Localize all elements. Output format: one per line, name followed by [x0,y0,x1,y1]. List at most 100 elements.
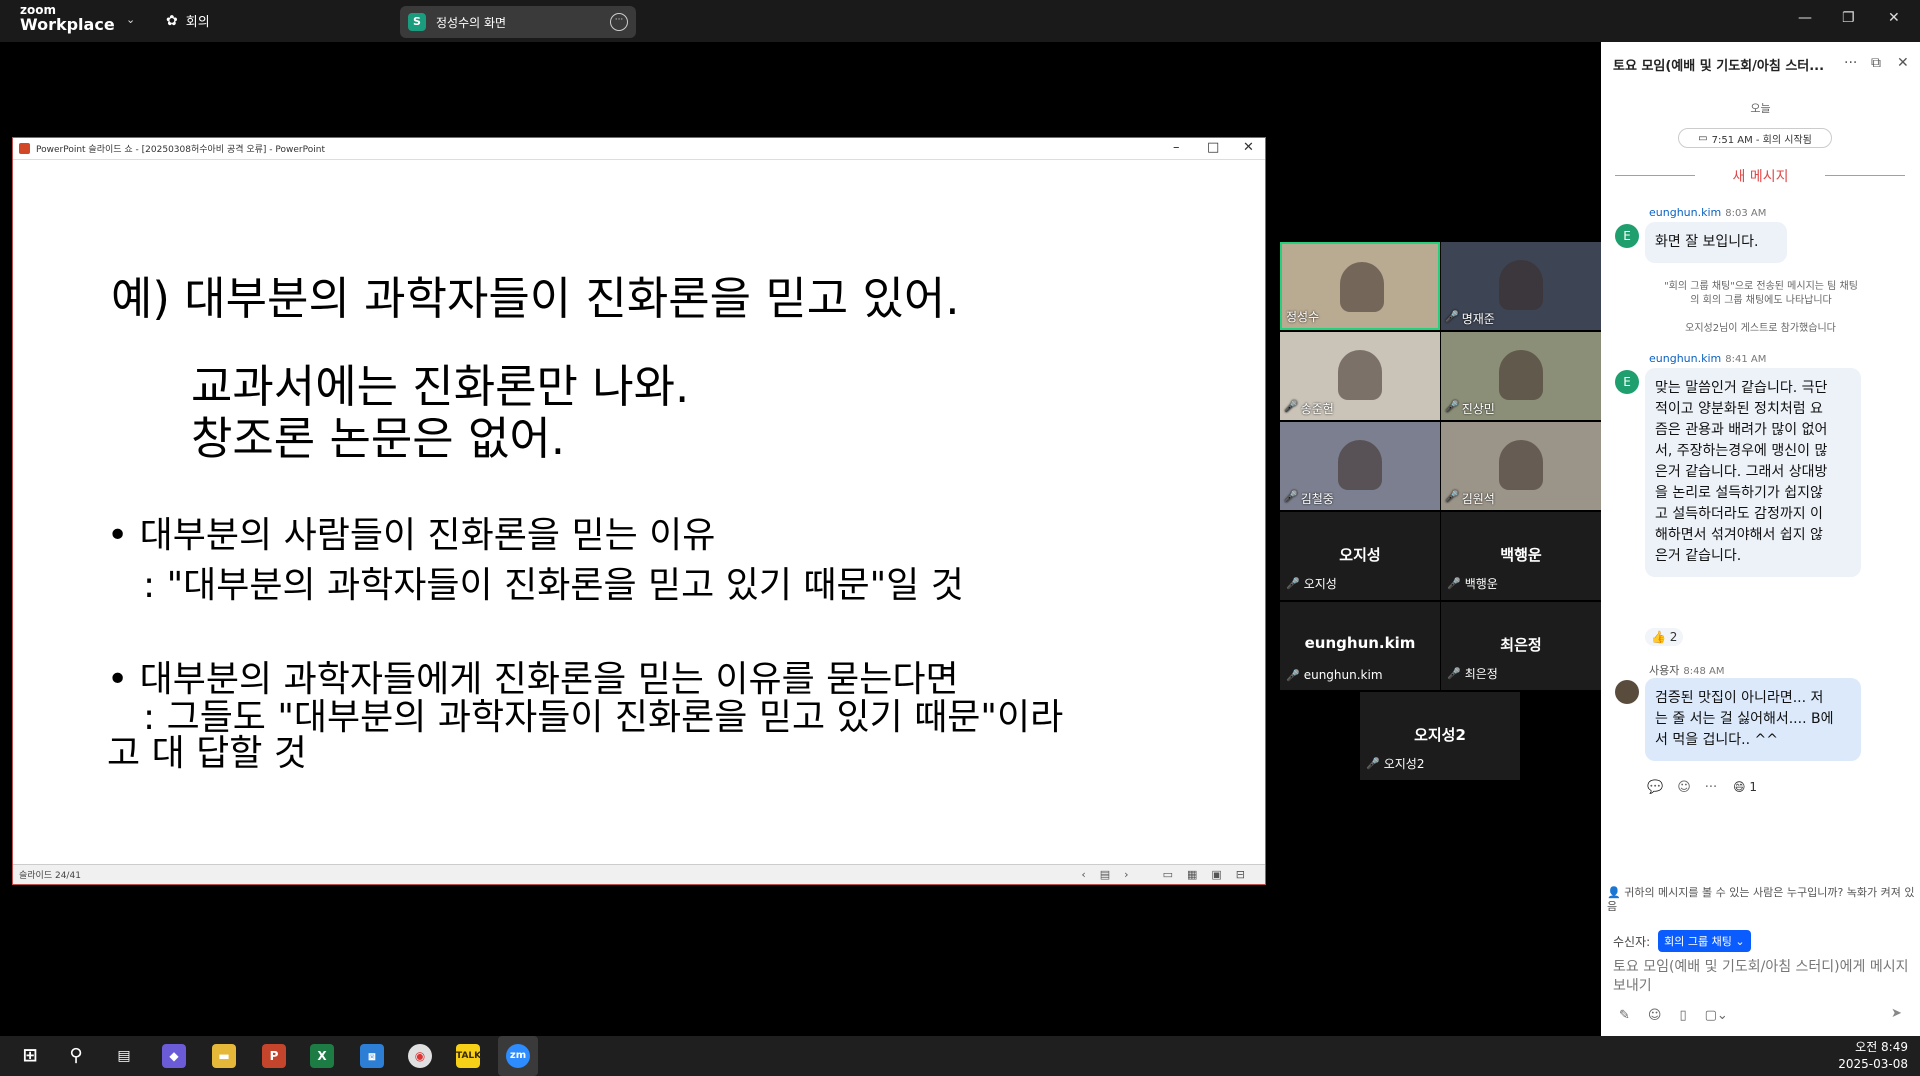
new-messages-divider: 새 메시지 [1601,166,1920,186]
chat-title: 토요 모임(예배 및 기도회/아침 스터... [1613,58,1825,74]
message-bubble[interactable]: 맞는 말씀인거 같습니다. 극단 적이고 양분화된 정치처럼 요 즘은 관용과 배려… [1645,368,1861,577]
slide-bullet-1-sub: : "대부분의 과학자들이 진화론을 믿고 있기 때문"일 것 [143,565,964,606]
chat-close-icon[interactable]: ✕ [1897,55,1909,71]
avatar[interactable]: E [1615,224,1639,248]
user-avatar[interactable] [1615,680,1639,704]
powerpoint-taskbar-icon[interactable]: P [262,1044,286,1068]
message-sender[interactable]: 사용자 8:48 AM [1649,662,1724,678]
participant-name-tile[interactable]: 오지성 🎤 오지성 [1280,512,1440,600]
screenshot-icon[interactable]: ▢⌄ [1705,1008,1728,1023]
more-icon[interactable]: ··· [1705,780,1717,795]
powerpoint-window: PowerPoint 슬라이드 쇼 - [20250308허수아비 공격 오류]… [12,137,1266,885]
participant-display-name: 오지성2 [1414,726,1466,744]
more-options-icon[interactable]: ··· [610,13,628,31]
muted-mic-icon: 🎤 [1286,577,1300,590]
emoji-icon[interactable]: ☺ [1648,1008,1662,1023]
participant-video-tile[interactable]: 🎤 진상민 [1441,332,1601,420]
reply-icon[interactable]: 💬 [1647,780,1663,795]
participant-name-tile[interactable]: 최은정 🎤 최은정 [1441,602,1601,690]
file-explorer-icon[interactable]: ▬ [212,1044,236,1068]
muted-mic-icon: 🎤 [1286,668,1300,682]
participant-name-tile[interactable]: 오지성2 🎤 오지성2 [1360,692,1520,780]
participant-display-name: eunghun.kim [1304,634,1416,652]
next-slide-icon[interactable]: › [1124,868,1128,881]
popout-icon[interactable]: ⧉ [1871,55,1881,71]
prev-slide-icon[interactable]: ‹ [1081,868,1085,881]
person-silhouette [1499,260,1543,310]
message-bubble[interactable]: 검증된 맛집이 아니라면... 저는 줄 서는 걸 싫어해서.... B에 서 먹… [1645,678,1861,761]
avatar[interactable]: E [1615,370,1639,394]
participant-label: 🎤 백행운 [1447,575,1498,592]
minimize-icon[interactable]: — [1798,10,1812,26]
windows-taskbar: ⊞ ⚲ ▤ ◆ ▬ P X ⧈ ◉ TALK zm 오전 8:49 2025-0… [0,1036,1920,1076]
participant-name-tile[interactable]: 백행운 🎤 백행운 [1441,512,1601,600]
recipient-dropdown[interactable]: 회의 그룹 채팅 ⌄ [1658,930,1751,952]
slideshow-view-icon[interactable]: ⊟ [1236,868,1245,881]
slides-menu-icon[interactable]: ▤ [1100,868,1110,881]
chat-more-icon[interactable]: ··· [1844,55,1857,71]
participant-label: 🎤 명재준 [1445,310,1495,327]
zoom-logo: zoom Workplace [20,4,115,33]
copilot-icon[interactable]: ◆ [162,1044,186,1068]
system-clock[interactable]: 오전 8:49 2025-03-08 [1838,1039,1908,1073]
laugh-reaction[interactable]: 😄 1 [1727,778,1763,796]
ppt-window-title: PowerPoint 슬라이드 쇼 - [20250308허수아비 공격 오류]… [36,145,325,155]
participant-video-tile[interactable]: 🎤 명재준 [1441,242,1601,330]
sharer-name: 정성수의 화면 [436,15,507,30]
zoom-taskbar-icon[interactable]: zm [506,1044,530,1068]
message-sender[interactable]: eunghun.kim 8:41 AM [1649,352,1766,365]
task-view-icon[interactable]: ▤ [112,1044,136,1068]
store-icon[interactable]: ⧈ [360,1044,384,1068]
participant-label: 🎤 최은정 [1447,665,1498,682]
ppt-minimize-icon[interactable]: – [1173,140,1180,155]
participant-display-name: 최은정 [1500,636,1542,654]
ppt-title-bar: PowerPoint 슬라이드 쇼 - [20250308허수아비 공격 오류]… [13,138,1265,160]
message-bubble[interactable]: 화면 잘 보입니다. [1645,222,1787,263]
send-icon[interactable]: ➤ [1891,1006,1902,1021]
chat-header: 토요 모임(예배 및 기도회/아침 스터... ··· ⧉ ✕ [1601,42,1920,86]
participant-video-tile[interactable]: 🎤 송준헌 [1280,332,1440,420]
normal-view-icon[interactable]: ▭ [1163,868,1173,881]
ppt-maximize-icon[interactable]: □ [1207,140,1219,155]
slide-nav: ‹ ▤ › ▭ ▦ ▣ ⊟ [1081,868,1245,881]
meeting-menu[interactable]: ✿ 회의 [166,11,210,31]
maximize-icon[interactable]: ❐ [1842,10,1855,26]
excel-icon[interactable]: X [310,1044,334,1068]
slide-line-2: 교과서에는 진화론만 나와. [191,360,690,413]
ppt-close-icon[interactable]: ✕ [1243,140,1254,155]
chrome-icon[interactable]: ◉ [408,1044,432,1068]
kakaotalk-icon[interactable]: TALK [456,1044,481,1068]
file-icon[interactable]: ▯ [1679,1008,1686,1023]
participant-label: 🎤 김원석 [1445,490,1495,507]
chevron-down-icon[interactable]: ⌄ [126,13,135,26]
sharer-badge: S [408,13,426,31]
recipient-label: 수신자: [1613,934,1651,949]
thumbs-up-reaction[interactable]: 👍 2 [1645,628,1684,646]
format-icon[interactable]: ✎ [1619,1008,1630,1023]
paw-icon: ✿ [166,12,178,29]
guest-joined-note: 오지성2님이 게스트로 참가했습니다 [1685,323,1836,334]
participant-name: 명재준 [1461,312,1495,326]
meeting-start-pill: ▭ 7:51 AM - 회의 시작됨 [1678,128,1832,148]
windows-start-icon[interactable]: ⊞ [18,1044,42,1068]
screen-share-pill[interactable]: S 정성수의 화면 ··· [400,6,636,38]
add-reaction-icon[interactable]: ☺ [1677,780,1691,795]
message-sender[interactable]: eunghun.kim 8:03 AM [1649,206,1766,219]
reading-view-icon[interactable]: ▣ [1211,868,1221,881]
participant-video-tile[interactable]: 정성수 [1280,242,1440,330]
participant-name-tile[interactable]: eunghun.kim 🎤 eunghun.kim [1280,602,1440,690]
visibility-note[interactable]: 👤 귀하의 메시지를 볼 수 있는 사람은 누구입니까? 녹화가 켜져 있음 [1607,886,1917,914]
participant-video-tile[interactable]: 🎤 김원석 [1441,422,1601,510]
close-icon[interactable]: ✕ [1888,10,1900,26]
message-input[interactable]: 토요 모임(예배 및 기도회/아침 스터디)에게 메시지 보내기 [1613,958,1913,996]
sorter-view-icon[interactable]: ▦ [1187,868,1197,881]
participant-label: 🎤 김철중 [1284,490,1334,507]
muted-mic-icon: 🎤 [1366,757,1380,770]
participant-video-tile[interactable]: 🎤 김철중 [1280,422,1440,510]
person-silhouette [1338,350,1382,400]
slide-bullet-1: • 대부분의 사람들이 진화론을 믿는 이유 [107,515,716,556]
message-line: 서 먹을 겁니다.. ^^ [1655,732,1778,748]
message-line: 맞는 말씀인거 같습니다. 극단 [1655,380,1828,396]
participant-name: 송준헌 [1300,402,1334,416]
search-icon[interactable]: ⚲ [64,1044,88,1068]
